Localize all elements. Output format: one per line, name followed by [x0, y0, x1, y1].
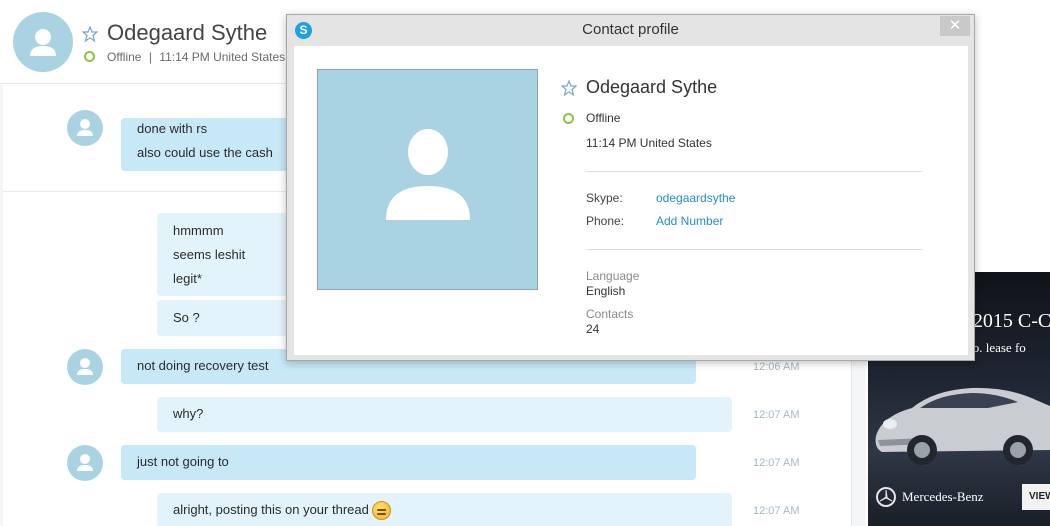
message-avatar[interactable]	[67, 349, 103, 385]
dialog-title: Contact profile	[582, 21, 679, 38]
add-number-link[interactable]: Add Number	[656, 214, 723, 228]
message-line: hmmmm	[173, 223, 224, 238]
ad-brand: Mercedes-Benz	[876, 485, 984, 509]
person-icon	[77, 454, 93, 471]
favorite-star-icon[interactable]	[561, 80, 577, 96]
profile-picture	[317, 69, 538, 290]
profile-content: Odegaard Sythe Offline 11:14 PM United S…	[294, 46, 968, 355]
ad-view-button[interactable]: VIEW	[1022, 484, 1050, 510]
person-icon	[30, 29, 56, 56]
person-icon	[386, 129, 470, 220]
language-value: English	[586, 284, 626, 298]
status-separator: |	[148, 50, 152, 64]
profile-status: Offline	[586, 111, 621, 125]
message-bubble[interactable]: done with rs also could use the cash	[121, 118, 291, 171]
contact-status-line: Offline | 11:14 PM United States	[107, 50, 285, 64]
contact-avatar[interactable]	[13, 12, 73, 72]
message-bubble[interactable]: just not going to	[121, 445, 696, 480]
contacts-label: Contacts	[586, 307, 634, 321]
message-timestamp: 12:07 AM	[753, 457, 800, 469]
message-avatar[interactable]	[67, 445, 103, 481]
message-bubble[interactable]: hmmmm seems leshit legit*	[157, 213, 297, 296]
profile-divider	[586, 249, 922, 250]
person-icon	[77, 358, 93, 375]
message-timestamp: 12:06 AM	[753, 361, 800, 373]
offline-status-icon	[563, 113, 574, 124]
profile-divider	[586, 171, 922, 172]
ad-brand-name: Mercedes-Benz	[902, 489, 984, 504]
message-line: So ?	[173, 310, 200, 325]
person-icon	[77, 119, 93, 136]
mercedes-star-icon	[876, 487, 896, 507]
message-text: alright, posting this on your thread	[173, 502, 369, 517]
message-bubble[interactable]: So ?	[157, 300, 297, 336]
message-bubble[interactable]: alright, posting this on your thread	[157, 493, 732, 526]
contact-status: Offline	[107, 50, 142, 64]
skype-name-link[interactable]: odegaardsythe	[656, 191, 735, 205]
contact-name: Odegaard Sythe	[107, 20, 268, 45]
message-line: legit*	[173, 271, 202, 286]
message-timestamp: 12:07 AM	[753, 505, 800, 517]
dialog-titlebar[interactable]: S Contact profile ✕	[287, 15, 974, 46]
message-line: also could use the cash	[137, 145, 273, 160]
offline-status-icon	[84, 51, 95, 62]
message-line: just not going to	[137, 454, 229, 469]
phone-label: Phone:	[586, 214, 625, 228]
message-line: done with rs	[137, 121, 208, 136]
grimace-emoji-icon	[371, 501, 391, 521]
contact-local-time: 11:14 PM United States	[159, 50, 286, 64]
message-timestamp: 12:07 AM	[753, 409, 800, 421]
contacts-count: 24	[586, 322, 600, 336]
profile-local-time: 11:14 PM United States	[586, 136, 712, 150]
contact-profile-dialog[interactable]: S Contact profile ✕ Odegaard Sythe Offli…	[286, 14, 975, 361]
message-bubble[interactable]: why?	[157, 397, 732, 432]
message-line: why?	[173, 406, 204, 421]
car-image	[875, 387, 1050, 465]
close-button[interactable]: ✕	[940, 16, 970, 36]
message-line: alright, posting this on your thread	[173, 498, 716, 522]
skype-label: Skype:	[586, 191, 623, 205]
message-avatar[interactable]	[67, 110, 103, 146]
profile-name: Odegaard Sythe	[586, 77, 718, 97]
message-line: seems leshit	[173, 247, 246, 262]
favorite-star-icon[interactable]	[82, 26, 98, 42]
language-label: Language	[586, 269, 640, 283]
